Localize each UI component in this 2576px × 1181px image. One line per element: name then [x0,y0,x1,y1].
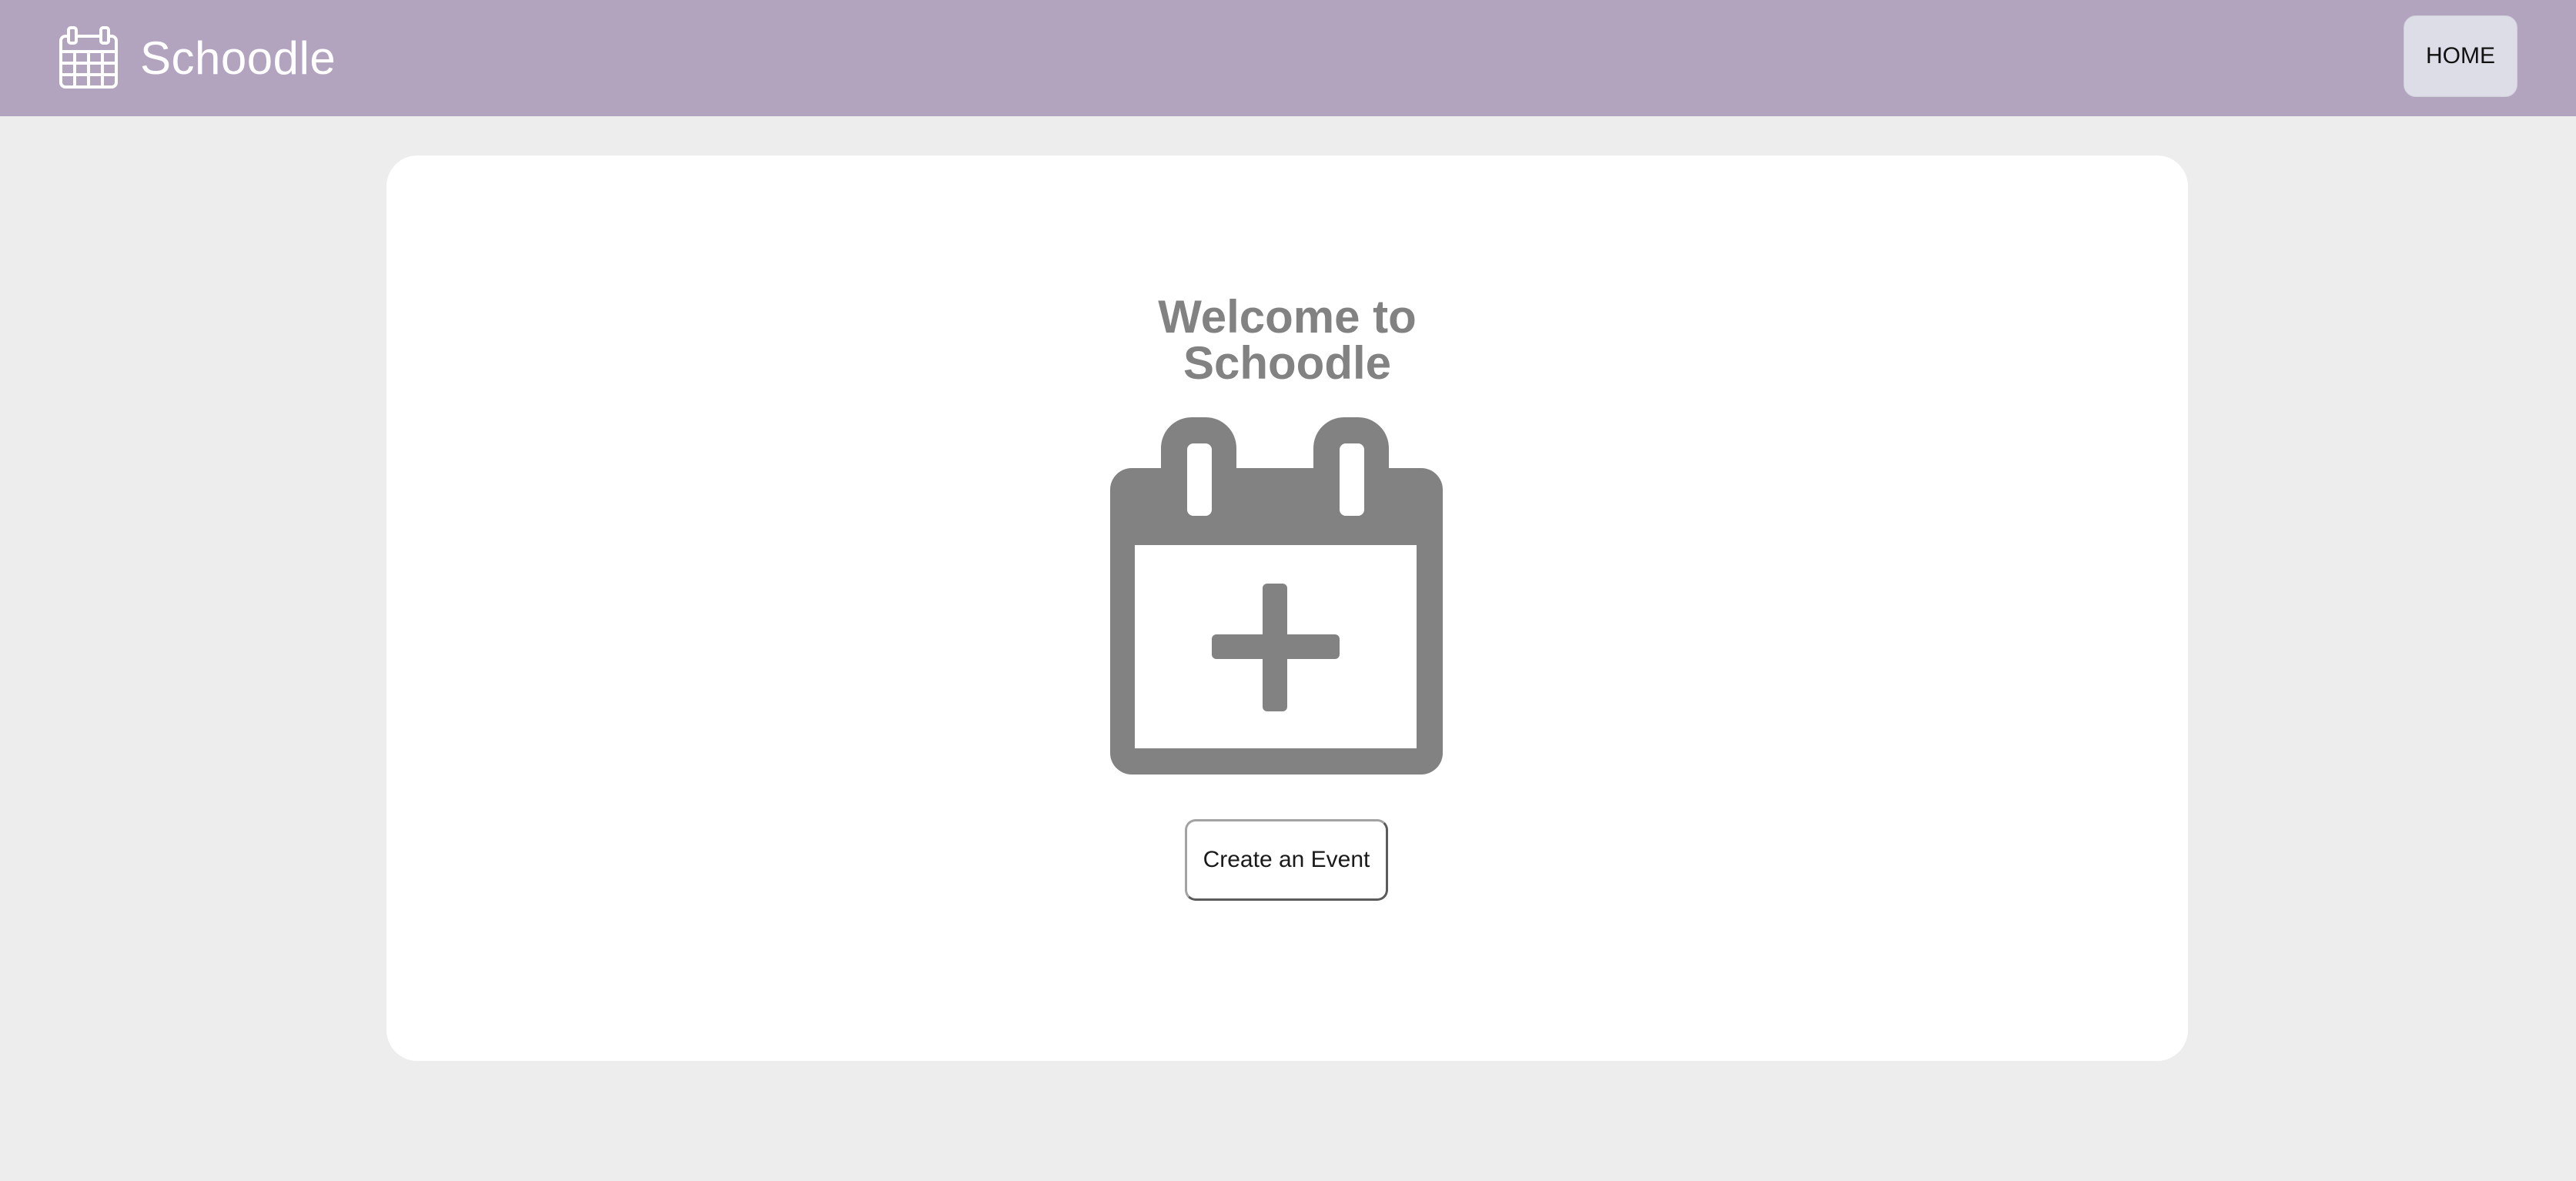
welcome-card: Welcome to Schoodle Create an Event [386,156,2188,1061]
brand[interactable]: Schoodle [59,15,336,100]
welcome-heading-line2: Schoodle [1183,337,1392,389]
welcome-heading-line1: Welcome to [1158,291,1417,343]
welcome-heading: Welcome to Schoodle [386,294,2188,386]
calendar-plus-icon [1110,417,1443,775]
top-navbar: Schoodle HOME [0,0,2576,116]
create-event-button[interactable]: Create an Event [1185,819,1388,901]
home-button[interactable]: HOME [2404,15,2517,97]
calendar-icon [59,26,118,89]
brand-name: Schoodle [140,32,336,84]
